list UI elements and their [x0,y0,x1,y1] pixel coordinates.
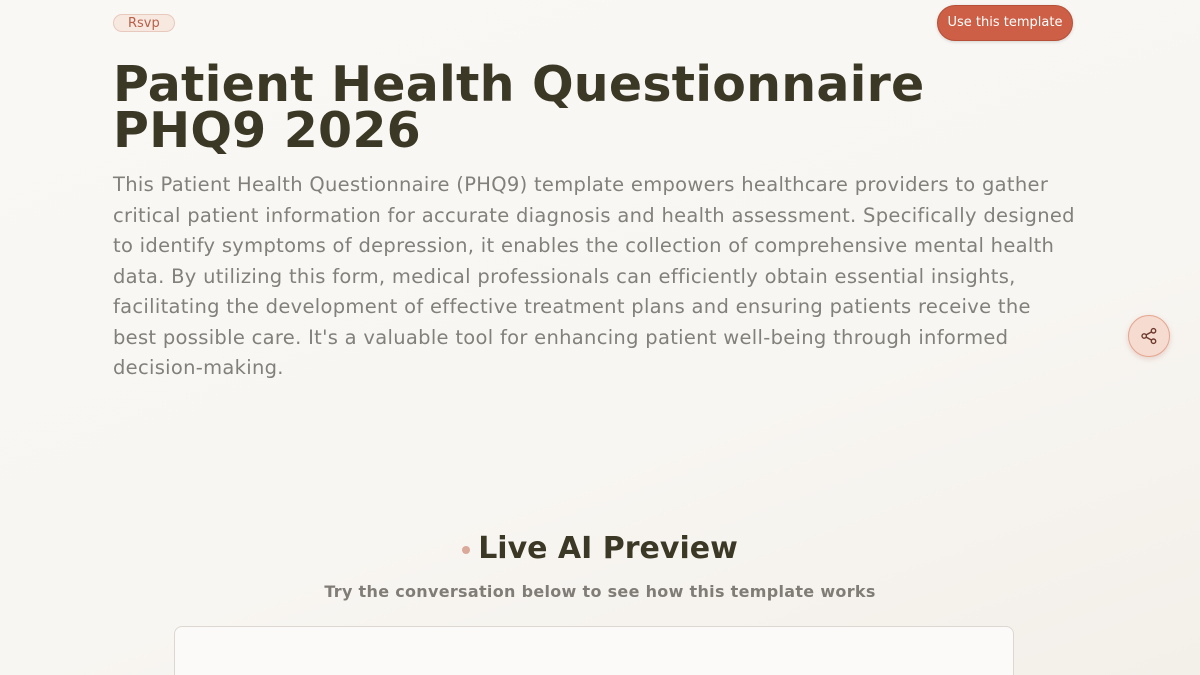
share-button[interactable] [1128,315,1170,357]
template-description: This Patient Health Questionnaire (PHQ9)… [113,173,1075,379]
live-preview-header: Live AI Preview [0,530,1200,568]
chat-preview-panel[interactable] [174,626,1014,675]
page-title: Patient Health Questionnaire PHQ9 2026 [113,56,925,159]
live-preview-title: Live AI Preview [478,531,738,566]
live-preview-subtitle: Try the conversation below to see how th… [324,582,876,601]
status-dot [462,546,471,554]
use-template-button[interactable]: Use this template [937,5,1073,41]
template-page: Rsvp Use this template Patient Health Qu… [0,0,1200,675]
share-icon [1140,327,1158,345]
category-tag[interactable]: Rsvp [113,14,175,32]
